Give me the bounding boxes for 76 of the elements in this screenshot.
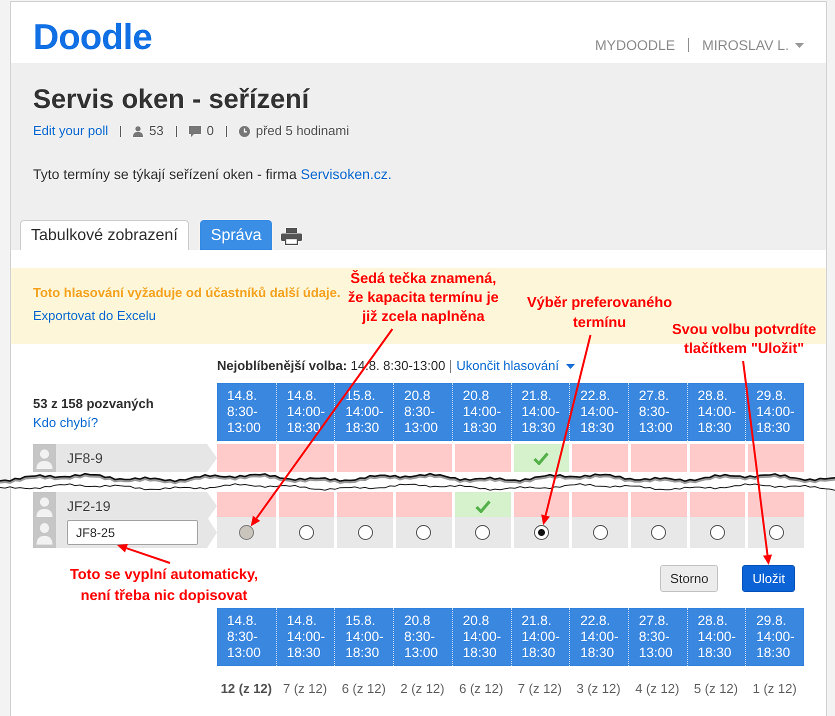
save-button[interactable]: Uložit bbox=[742, 565, 795, 592]
column-header: 27.8. 8:30-13:00 bbox=[628, 608, 687, 666]
print-button[interactable] bbox=[281, 228, 302, 245]
annotation-text: Výběr preferovaného termínu bbox=[527, 294, 672, 332]
vote-total: 2 (z 12) bbox=[399, 680, 446, 698]
annotation-text: Svou volbu potvrdíte tlačítkem "Uložit" bbox=[672, 321, 816, 359]
created-time: před 5 hodinami bbox=[256, 123, 350, 139]
check-icon bbox=[474, 500, 491, 512]
column-header: 20.8 14:00-18:30 bbox=[452, 608, 510, 666]
radio-button[interactable] bbox=[475, 525, 490, 540]
radio-button[interactable] bbox=[768, 525, 784, 540]
user-menu[interactable]: MIROSLAV L. bbox=[702, 37, 804, 53]
clock-icon bbox=[238, 126, 250, 136]
column-header: 27.8. 8:30-13:00 bbox=[628, 383, 687, 441]
column-header: 28.8. 14:00-18:30 bbox=[686, 383, 746, 441]
missing-link[interactable]: Kdo chybí? bbox=[33, 413, 98, 432]
nav-link[interactable]: MYDOODLE bbox=[594, 37, 676, 53]
avatar-icon bbox=[33, 444, 56, 472]
column-header: 15.8. 14:00-18:30 bbox=[334, 383, 394, 441]
column-header: 20.8 8:30-13:00 bbox=[393, 383, 452, 441]
website-link[interactable]: Servisoken.cz. bbox=[300, 166, 392, 182]
vote-total: 1 (z 12) bbox=[752, 680, 798, 698]
vote-total: 4 (z 12) bbox=[634, 680, 680, 698]
printer-icon bbox=[281, 228, 302, 245]
radio-button[interactable] bbox=[358, 525, 373, 540]
annotation-arrow bbox=[117, 544, 170, 564]
export-link[interactable]: Exportovat do Excelu bbox=[33, 308, 156, 324]
column-header: 14.8. 8:30-13:00 bbox=[217, 383, 276, 441]
column-header: 14.8. 14:00-18:30 bbox=[276, 383, 334, 441]
check-icon bbox=[533, 452, 550, 464]
annotation-text: Šedá tečka znamená, že kapacita termínu je již zcela naplněna bbox=[348, 270, 499, 327]
tab[interactable]: Tabulkové zobrazení bbox=[20, 220, 189, 250]
vote-total: 7 (z 12) bbox=[516, 680, 563, 698]
vote-total: 6 (z 12) bbox=[458, 680, 504, 698]
vote-total: 7 (z 12) bbox=[282, 680, 328, 698]
poll-title: Servis oken - seřízení bbox=[33, 83, 310, 115]
poll-description: Tyto termíny se týkají seřízení oken - firma Servisoken.cz. bbox=[33, 165, 392, 184]
radio-button[interactable] bbox=[592, 525, 608, 540]
invited-count: 53 z 158 pozvaných bbox=[33, 395, 154, 413]
vote-total: 12 (z 12) bbox=[220, 680, 273, 698]
column-header: 14.8. 14:00-18:30 bbox=[276, 608, 334, 666]
caret-icon bbox=[566, 364, 575, 368]
participant-name: JF2-19 bbox=[56, 492, 217, 520]
name-input[interactable]: JF8-25 bbox=[67, 520, 198, 545]
notice-text: Toto hlasování vyžaduje od účastníků další údaje. bbox=[33, 285, 340, 301]
caret-icon bbox=[795, 42, 804, 48]
radio-button[interactable] bbox=[710, 525, 725, 540]
edit-poll-link[interactable]: Edit your poll bbox=[33, 123, 108, 139]
column-header: 21.8. 14:00-18:30 bbox=[510, 608, 570, 666]
doodle-logo[interactable]: Doodle bbox=[33, 19, 152, 55]
participant-name: JF8-9 bbox=[56, 444, 217, 472]
column-header: 29.8. 14:00-18:30 bbox=[745, 383, 804, 441]
column-header: 22.8. 14:00-18:30 bbox=[569, 608, 628, 666]
column-header: 14.8. 8:30-13:00 bbox=[217, 608, 276, 666]
radio-button[interactable] bbox=[534, 525, 549, 540]
annotation-text: Toto se vyplní automaticky, není třeba nic dopisovat bbox=[70, 566, 258, 606]
participant-count: 53 bbox=[149, 123, 164, 139]
radio-button[interactable] bbox=[651, 525, 666, 540]
vote-total: 5 (z 12) bbox=[692, 680, 739, 698]
radio-button[interactable] bbox=[416, 525, 432, 540]
column-header: 15.8. 14:00-18:30 bbox=[334, 608, 394, 666]
column-header: 28.8. 14:00-18:30 bbox=[686, 608, 746, 666]
column-header: 20.8 14:00-18:30 bbox=[452, 383, 510, 441]
vote-total: 3 (z 12) bbox=[576, 680, 622, 698]
column-header: 21.8. 14:00-18:30 bbox=[510, 383, 570, 441]
tab[interactable]: Správa bbox=[200, 220, 272, 250]
end-poll-link[interactable]: Ukončit hlasování bbox=[456, 358, 575, 374]
column-header: 20.8 8:30-13:00 bbox=[393, 608, 452, 666]
comment-icon bbox=[188, 126, 201, 136]
comment-count: 0 bbox=[206, 123, 214, 139]
cancel-button[interactable]: Storno bbox=[660, 565, 718, 592]
person-icon bbox=[133, 126, 144, 136]
column-header: 22.8. 14:00-18:30 bbox=[569, 383, 628, 441]
vote-total: 6 (z 12) bbox=[340, 680, 387, 698]
radio-button[interactable] bbox=[299, 525, 314, 540]
column-header: 29.8. 14:00-18:30 bbox=[745, 608, 804, 666]
